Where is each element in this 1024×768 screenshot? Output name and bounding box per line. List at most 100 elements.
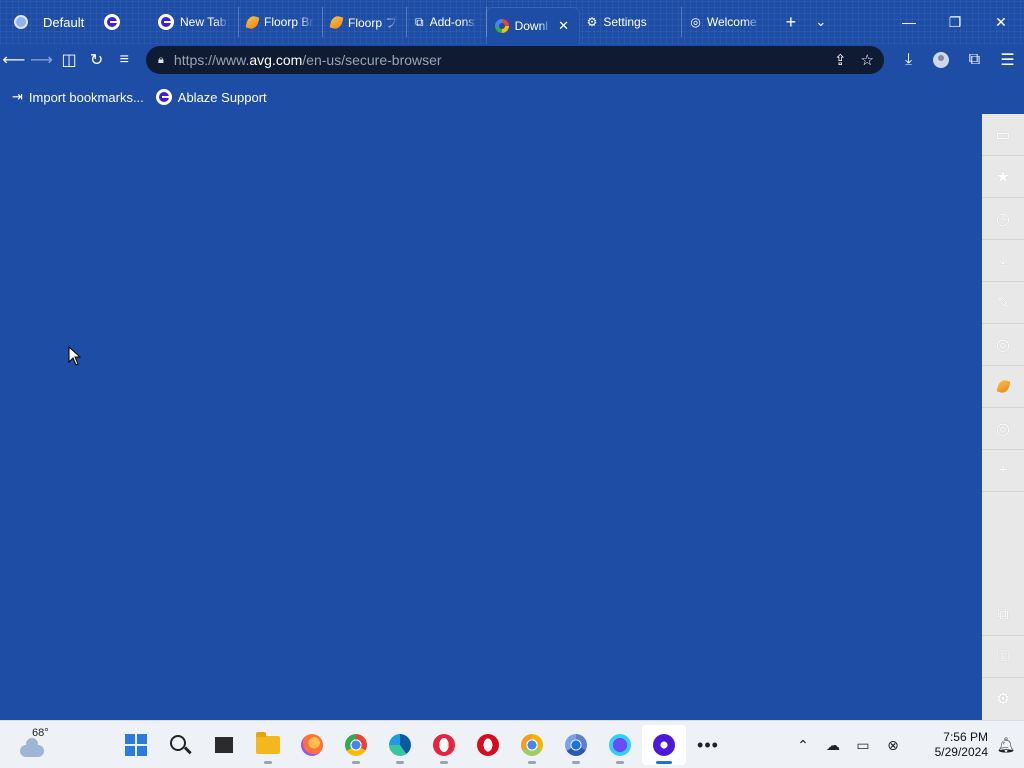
bookmark-ablaze-support[interactable]: Ablaze Support: [155, 89, 267, 105]
ablaze-icon: [104, 14, 121, 30]
history-icon[interactable]: ◷: [982, 198, 1024, 240]
cloud-icon: [20, 738, 44, 757]
chevron-up-icon[interactable]: ⌃: [788, 737, 818, 754]
extensions-icon[interactable]: ⧉: [958, 46, 991, 74]
lock-icon[interactable]: 🔒︎: [158, 54, 164, 67]
opera-button[interactable]: [466, 725, 510, 765]
window-controls: — ❐ ✕: [886, 2, 1024, 42]
opera-gx-button[interactable]: [422, 725, 466, 765]
chrome-dev-icon: [521, 734, 543, 756]
notification-bell-icon[interactable]: 🔔︎: [988, 736, 1024, 754]
tab-floorp-browser[interactable]: Floorp Br: [239, 7, 323, 37]
navigation-toolbar: ⟵ ⟶ ◫ ↻ ≡ 🔒︎ https://www.avg.com/en-us/s…: [0, 44, 1024, 76]
pencil-icon[interactable]: ✎: [982, 282, 1024, 324]
downloads-icon[interactable]: ⤓: [892, 46, 925, 74]
clock[interactable]: 7:56 PM 5/29/2024: [918, 730, 988, 760]
tab-settings[interactable]: ⚙ Settings: [579, 7, 683, 37]
back-button[interactable]: ⟵: [0, 46, 28, 74]
clock-time: 7:56 PM: [943, 730, 988, 744]
volume-muted-icon[interactable]: ⊗: [878, 737, 908, 754]
tab-new-tab[interactable]: New Tab: [150, 7, 239, 37]
globe-icon[interactable]: ◎: [982, 408, 1024, 450]
plus-icon[interactable]: +: [982, 450, 1024, 492]
folder-icon: [256, 732, 280, 754]
minimize-button[interactable]: —: [886, 14, 932, 30]
edge-button[interactable]: [378, 725, 422, 765]
search-button[interactable]: [158, 725, 202, 765]
workspace-label: Default: [43, 14, 85, 30]
floorp-leaf-icon[interactable]: [982, 366, 1024, 408]
file-explorer-button[interactable]: [246, 725, 290, 765]
gear-icon: ⚙: [586, 15, 598, 29]
browser-icon: [609, 734, 631, 756]
tab-label: Settings: [603, 15, 647, 29]
bookmark-label: Import bookmarks...: [28, 89, 144, 105]
bookmark-import[interactable]: ⇥ Import bookmarks...: [12, 89, 144, 105]
mouse-cursor-icon: [68, 346, 82, 366]
avatar: [933, 52, 950, 68]
tab-label: Welcome: [706, 15, 757, 29]
tab-welcome[interactable]: ◎ Welcome: [682, 7, 768, 37]
tab-floorp-jp[interactable]: Floorp ブ: [323, 7, 407, 37]
share-icon[interactable]: ⇪: [834, 51, 847, 69]
tab-label: Downl: [514, 19, 548, 33]
url-bar[interactable]: 🔒︎ https://www.avg.com/en-us/secure-brow…: [146, 46, 884, 74]
account-button[interactable]: [925, 46, 958, 74]
system-tray: ⌃ ☁ ▭ ⊗ 7:56 PM 5/29/2024 🔔︎: [788, 721, 1024, 768]
gear-icon[interactable]: ⚙: [982, 678, 1024, 720]
tab-label: Add-ons: [429, 15, 475, 29]
puzzle-icon: ⧉: [415, 14, 424, 29]
task-view-button[interactable]: [202, 725, 246, 765]
start-button[interactable]: [114, 725, 158, 765]
chrome-dev-button[interactable]: [510, 725, 554, 765]
briefcase-icon[interactable]: ▭: [982, 114, 1024, 156]
browser-screen: Default New Tab Floorp Br Floorp ブ ⧉ Add…: [0, 0, 1024, 768]
search-icon: [170, 735, 186, 751]
weather-widget[interactable]: 68°: [18, 727, 49, 763]
globe-icon[interactable]: ◎: [982, 324, 1024, 366]
bookmark-label: Ablaze Support: [177, 89, 267, 105]
close-tab-icon[interactable]: ✕: [557, 18, 571, 34]
opera-icon: [477, 734, 499, 756]
url-text[interactable]: https://www.avg.com/en-us/secure-browser: [174, 52, 820, 68]
tab-label: New Tab: [180, 15, 227, 29]
chromium-button[interactable]: [554, 725, 598, 765]
star-icon[interactable]: ★: [982, 156, 1024, 198]
windows-icon: [125, 734, 147, 756]
google-icon: [494, 19, 509, 33]
bookmark-star-icon[interactable]: ☆: [861, 51, 874, 69]
workspace-icon: [14, 15, 28, 29]
workspace-selector[interactable]: Default: [0, 6, 140, 38]
ablaze-icon: [653, 734, 675, 756]
chromium-icon: [565, 734, 587, 756]
restore-button[interactable]: ❐: [932, 14, 978, 31]
tab-list-chevron-icon[interactable]: ⌄: [807, 14, 835, 30]
sidebar-toggle-icon[interactable]: ◫: [55, 46, 83, 74]
more-icon: •••: [697, 734, 719, 755]
edge-icon: [389, 734, 411, 756]
forward-button[interactable]: ⟶: [28, 46, 56, 74]
import-icon: ⇥: [12, 89, 23, 104]
sidebar-panel: ▭ ★ ◷ ⤓ ✎ ◎ ◎ + ⧉ ⚿ ⚙: [982, 114, 1024, 720]
tab-add-ons[interactable]: ⧉ Add-ons: [407, 7, 487, 37]
ablaze-floorp-button[interactable]: [642, 725, 686, 765]
tab-label: Floorp Br: [264, 15, 314, 29]
firefox-icon: [301, 734, 323, 756]
chrome-button[interactable]: [334, 725, 378, 765]
close-window-button[interactable]: ✕: [978, 14, 1024, 31]
menu-icon[interactable]: ☰: [991, 46, 1024, 74]
download-icon[interactable]: ⤓: [982, 240, 1024, 282]
taskbar: 68° ••• ⌃ ☁ ▭ ⊗ 7:56 PM 5/29/2024 🔔︎: [0, 720, 1024, 768]
cloud-offline-icon[interactable]: ☁: [818, 737, 848, 754]
tree-style-tab-icon[interactable]: ≡: [110, 46, 138, 74]
firefox-button[interactable]: [290, 725, 334, 765]
browser-button[interactable]: [598, 725, 642, 765]
key-icon[interactable]: ⚿: [982, 636, 1024, 678]
new-tab-button[interactable]: +: [777, 12, 805, 33]
extension-icon[interactable]: ⧉: [982, 594, 1024, 636]
tab-download[interactable]: Downl ✕: [486, 8, 579, 44]
more-apps-button[interactable]: •••: [686, 725, 730, 765]
reload-button[interactable]: ↻: [83, 46, 111, 74]
page-content[interactable]: [0, 114, 982, 720]
network-icon[interactable]: ▭: [848, 737, 878, 754]
